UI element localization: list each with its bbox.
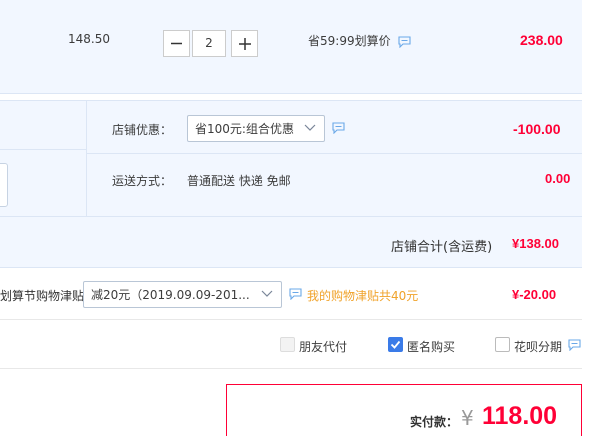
allowance-select[interactable]: 减20元（2019.09.09-201... bbox=[83, 281, 282, 308]
message-box-edge[interactable] bbox=[0, 163, 8, 207]
quantity-input[interactable]: 2 bbox=[192, 30, 226, 57]
anonymous-label: 匿名购买 bbox=[407, 340, 456, 354]
checkmark-icon bbox=[390, 340, 401, 349]
huabei-checkbox[interactable] bbox=[495, 337, 510, 352]
store-discount-select[interactable]: 省100元:组合优惠 bbox=[187, 115, 325, 142]
payment-currency: ¥ bbox=[461, 406, 474, 430]
item-subtotal: 238.00 bbox=[520, 32, 563, 48]
chevron-down-icon bbox=[304, 124, 316, 131]
store-discount-select-value: 省100元:组合优惠 bbox=[195, 122, 294, 136]
decrease-quantity-button[interactable] bbox=[163, 30, 190, 57]
item-row bbox=[0, 0, 582, 93]
payment-amount: 118.00 bbox=[482, 402, 558, 430]
allowance-label: 划算节购物津贴 bbox=[0, 289, 85, 303]
huabei-label: 花呗分期 bbox=[514, 340, 563, 354]
shipping-label: 运送方式： bbox=[112, 174, 173, 188]
unit-price: 148.50 bbox=[68, 32, 110, 46]
allowance-select-value: 减20元（2019.09.09-201... bbox=[91, 288, 250, 302]
friend-pay-label: 朋友代付 bbox=[299, 340, 348, 354]
store-discount-label: 店铺优惠： bbox=[112, 123, 173, 137]
store-discount-amount: -100.00 bbox=[513, 121, 561, 137]
store-total-label: 店铺合计(含运费) bbox=[391, 240, 493, 255]
minus-icon bbox=[171, 42, 182, 45]
plus-icon bbox=[238, 37, 251, 50]
friend-pay-checkbox[interactable] bbox=[280, 337, 295, 352]
promo-text: 省59:99划算价 bbox=[308, 34, 391, 48]
message-icon[interactable] bbox=[289, 288, 302, 300]
allowance-note[interactable]: 我的购物津贴共40元 bbox=[307, 287, 418, 304]
increase-quantity-button[interactable] bbox=[231, 30, 258, 57]
message-icon[interactable] bbox=[398, 36, 411, 48]
message-icon[interactable] bbox=[568, 339, 581, 351]
anonymous-checkbox[interactable] bbox=[388, 337, 403, 352]
shipping-amount: 0.00 bbox=[545, 171, 571, 186]
chevron-down-icon bbox=[261, 290, 273, 297]
allowance-amount: ¥-20.00 bbox=[512, 287, 557, 302]
message-icon[interactable] bbox=[332, 122, 345, 134]
shipping-value: 普通配送 快递 免邮 bbox=[187, 174, 291, 188]
payment-label: 实付款： bbox=[410, 415, 459, 429]
store-total-amount: ¥138.00 bbox=[512, 236, 559, 251]
